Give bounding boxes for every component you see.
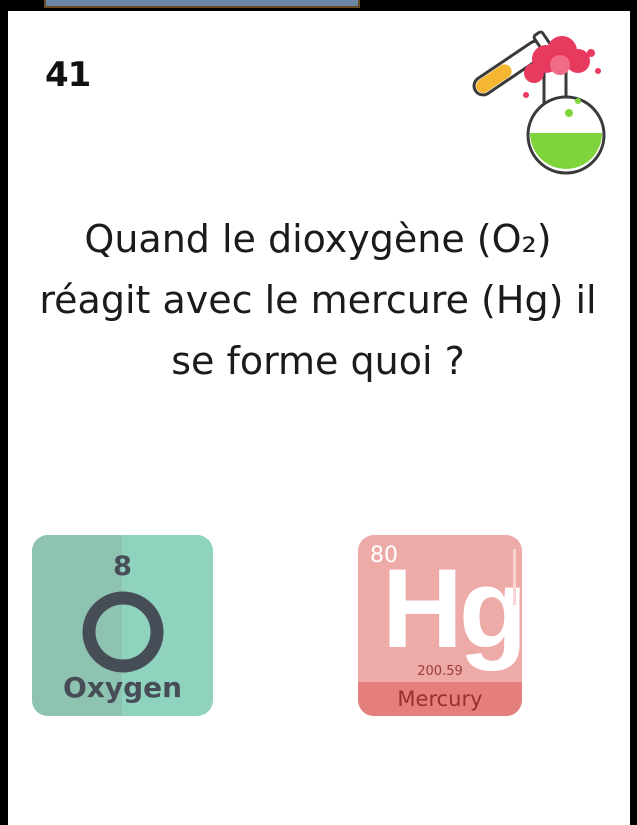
mercury-atomic-mass: 200.59 <box>417 664 463 679</box>
oxygen-element-tile: 8 Oxygen <box>32 535 213 716</box>
quiz-card: 41 Quand le dioxygène (O₂) réagit avec l… <box>8 11 630 825</box>
mercury-name: Mercury <box>358 682 522 716</box>
oxygen-atomic-number: 8 <box>113 551 132 582</box>
flask-icon <box>472 30 606 175</box>
oxygen-symbol <box>82 591 164 673</box>
mercury-element-tile: 80 Hg 200.59 Mercury <box>358 535 522 716</box>
card-number: 41 <box>45 55 91 95</box>
decorative-bar <box>513 549 516 605</box>
question-text: Quand le dioxygène (O₂) réagit avec le m… <box>39 217 597 383</box>
card-top-strip <box>44 0 360 8</box>
oxygen-name: Oxygen <box>62 671 183 704</box>
mercury-symbol: Hg <box>382 546 522 671</box>
